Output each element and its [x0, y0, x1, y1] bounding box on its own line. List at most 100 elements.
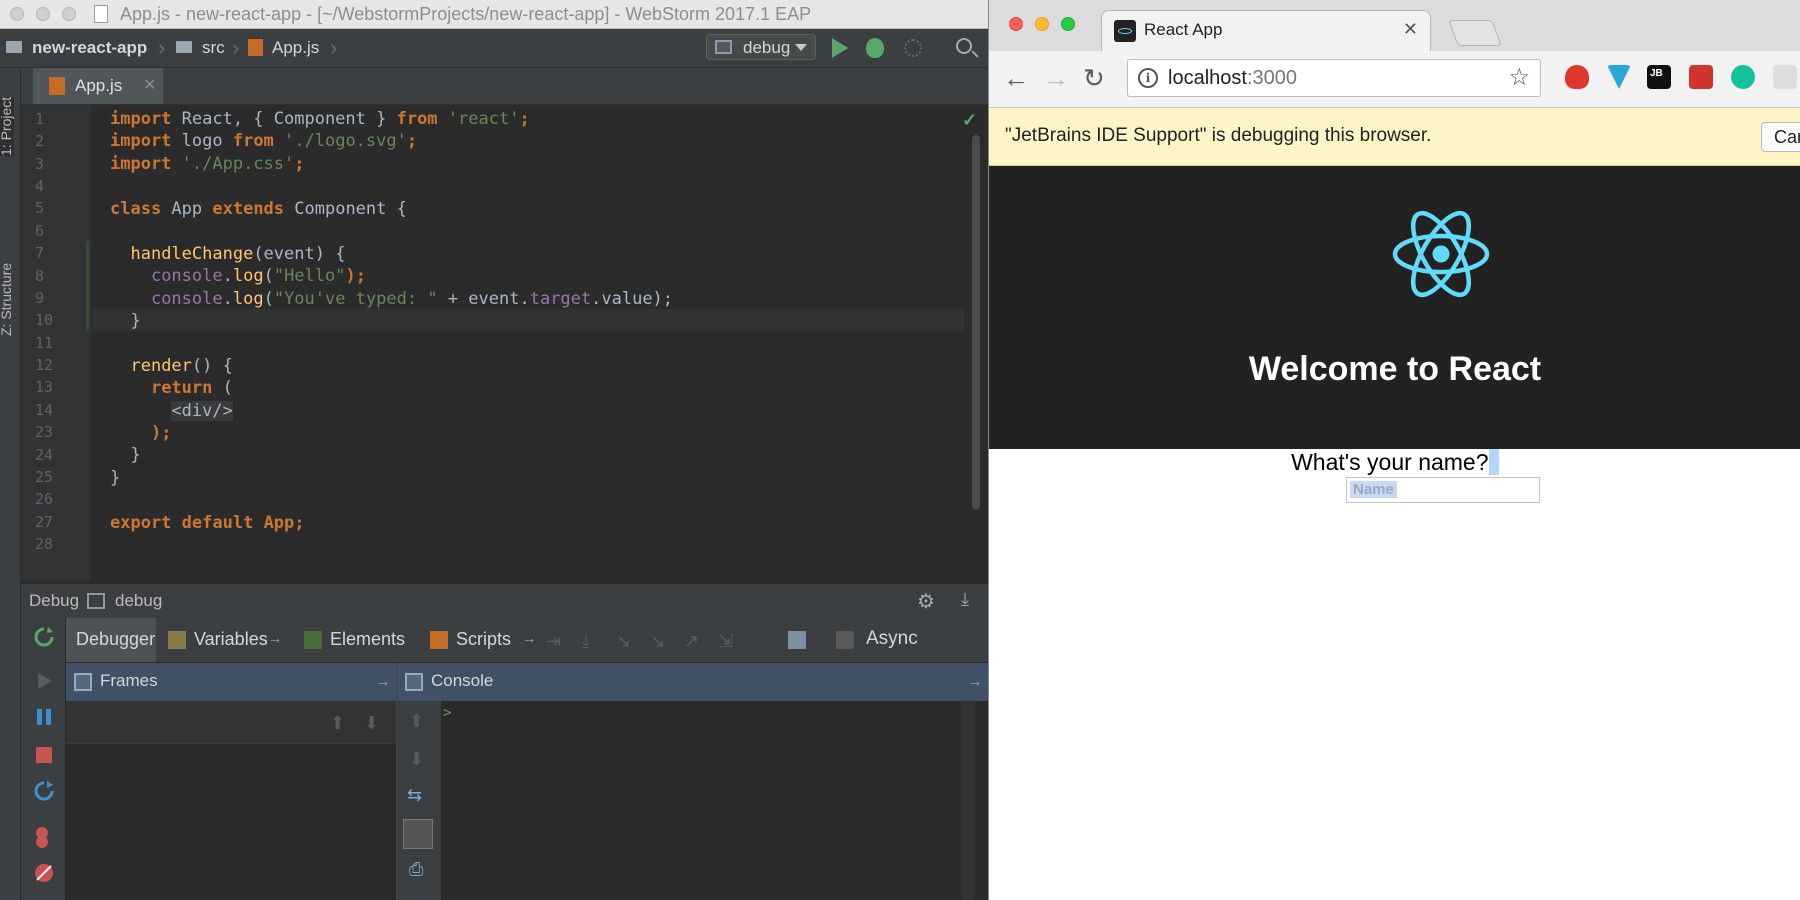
breadcrumb-file[interactable]: App.js [272, 38, 319, 58]
adblock-extension-icon[interactable] [1565, 65, 1589, 89]
address-bar[interactable]: i localhost:3000 ☆ [1127, 59, 1541, 97]
info-icon[interactable]: i [1138, 68, 1158, 88]
minimize-window-button[interactable] [1035, 17, 1049, 31]
project-tool-tab[interactable]: 1: Project [0, 96, 14, 156]
tab-label: Debugger [76, 629, 156, 649]
gear-icon[interactable]: ⚙ [917, 589, 935, 614]
pin-icon[interactable]: → [268, 630, 282, 646]
close-window-button[interactable] [10, 7, 24, 21]
breakpoints-icon[interactable] [33, 826, 55, 848]
step-over-icon[interactable]: ⤓ [582, 632, 600, 650]
code-line-23: ); [150, 423, 172, 443]
line-number: 2 [35, 132, 45, 150]
editor-scrollbar[interactable] [972, 135, 980, 510]
back-arrow-icon[interactable]: ← [1003, 63, 1029, 94]
folder-icon [176, 41, 192, 53]
tab-scripts[interactable]: Scripts → [422, 618, 540, 662]
breadcrumb-project[interactable]: new-react-app [32, 38, 147, 58]
vue-devtools-extension-icon[interactable] [1607, 65, 1631, 89]
name-input[interactable]: Name [1346, 477, 1540, 503]
line-number: 1 [35, 110, 45, 128]
print-icon[interactable]: ⎙ [409, 859, 423, 880]
line-number: 26 [35, 490, 54, 508]
reload-icon[interactable]: ↻ [1083, 63, 1105, 94]
scroll-to-end-icon[interactable] [403, 819, 433, 849]
code-line-3: import './App.css'; [110, 154, 305, 174]
step-into-icon[interactable]: ↘ [616, 632, 634, 650]
minimize-window-button[interactable] [36, 7, 50, 21]
evaluate-icon[interactable] [788, 631, 806, 649]
tab-elements[interactable]: Elements [296, 618, 420, 662]
lastpass-extension-icon[interactable] [1689, 65, 1713, 89]
arrow-up-icon[interactable]: ⬆ [409, 711, 424, 732]
tab-app-js[interactable]: App.js ✕ [33, 68, 163, 104]
close-icon[interactable]: ✕ [143, 75, 156, 95]
line-number: 24 [35, 446, 54, 464]
hide-panel-icon[interactable]: ⤓ [961, 589, 969, 610]
pin-icon[interactable]: → [376, 673, 390, 689]
zoom-window-button[interactable] [62, 7, 76, 21]
async-checkbox[interactable] [836, 631, 854, 649]
console-prompt[interactable]: > [443, 705, 451, 721]
search-icon[interactable] [956, 38, 972, 54]
extension-icon[interactable] [1773, 65, 1797, 89]
debug-icon[interactable] [866, 38, 884, 58]
forward-arrow-icon[interactable]: → [1043, 63, 1069, 94]
mute-breakpoints-icon[interactable] [33, 862, 55, 884]
line-number: 8 [35, 267, 45, 285]
soft-wrap-icon[interactable]: ⇆ [407, 785, 422, 806]
run-configuration-select[interactable]: debug [706, 34, 816, 60]
arrow-down-icon[interactable]: ⬇ [364, 713, 379, 734]
browser-toolbar: ← → ↻ i localhost:3000 ☆ JB [989, 51, 1800, 108]
step-out-icon[interactable]: ↗ [684, 632, 702, 650]
folded-jsx-placeholder[interactable]: <div/> [171, 401, 233, 421]
breadcrumb-separator: › [232, 35, 240, 60]
breadcrumb-src[interactable]: src [202, 38, 225, 58]
folder-icon [6, 41, 22, 53]
reload-icon[interactable] [33, 780, 55, 802]
close-window-button[interactable] [1009, 17, 1023, 31]
rerun-icon[interactable] [33, 626, 55, 648]
page-heading: Welcome to React [1248, 350, 1542, 388]
jetbrains-extension-icon[interactable]: JB [1647, 65, 1671, 89]
grammarly-extension-icon[interactable] [1731, 65, 1755, 89]
pin-icon[interactable]: → [522, 630, 536, 646]
run-to-cursor-icon[interactable]: ⇲ [718, 632, 736, 650]
webstorm-window: App.js - new-react-app - [~/WebstormProj… [0, 0, 988, 900]
arrow-up-icon[interactable]: ⬆ [330, 713, 345, 734]
run-icon[interactable] [832, 38, 848, 58]
document-icon [94, 5, 108, 23]
console-icon [405, 673, 423, 691]
structure-tool-tab[interactable]: Z: Structure [0, 263, 14, 336]
close-icon[interactable]: ✕ [1403, 19, 1418, 40]
force-step-into-icon[interactable]: ↘ [650, 632, 668, 650]
pin-icon[interactable]: → [968, 673, 982, 689]
resume-icon[interactable] [33, 670, 55, 692]
console-scrollbar[interactable] [961, 701, 975, 900]
window-title: App.js - new-react-app - [~/WebstormProj… [120, 4, 812, 24]
bookmark-star-icon[interactable]: ☆ [1508, 63, 1530, 92]
run-config-label: debug [743, 38, 791, 57]
console-header: Console → [397, 663, 988, 701]
browser-tab-strip: React App ✕ [989, 0, 1800, 51]
browser-tab-react-app[interactable]: React App ✕ [1101, 10, 1431, 51]
show-execution-point-icon[interactable]: ⇥ [546, 632, 564, 650]
line-number: 23 [35, 423, 54, 441]
react-logo-icon [1392, 210, 1490, 298]
coverage-icon[interactable] [904, 39, 922, 57]
new-tab-button[interactable] [1448, 20, 1502, 46]
debugging-infobar: "JetBrains IDE Support" is debugging thi… [989, 108, 1800, 166]
arrow-down-icon[interactable]: ⬇ [409, 749, 424, 770]
tab-debugger[interactable]: Debugger [66, 618, 156, 662]
tab-variables[interactable]: Variables → [158, 618, 288, 662]
debug-tab-bar: Debugger Variables → Elements Scripts → … [66, 618, 988, 662]
code-editor[interactable]: import React, { Component } from 'react'… [86, 105, 972, 580]
line-number: 28 [35, 535, 54, 553]
url-text: localhost:3000 [1168, 67, 1297, 89]
zoom-window-button[interactable] [1061, 17, 1075, 31]
pause-icon[interactable] [33, 706, 55, 728]
chevron-down-icon [795, 44, 807, 51]
stop-icon[interactable] [33, 744, 55, 766]
async-label: Async [866, 628, 918, 649]
cancel-debugging-button[interactable]: Cancel [1761, 122, 1800, 152]
